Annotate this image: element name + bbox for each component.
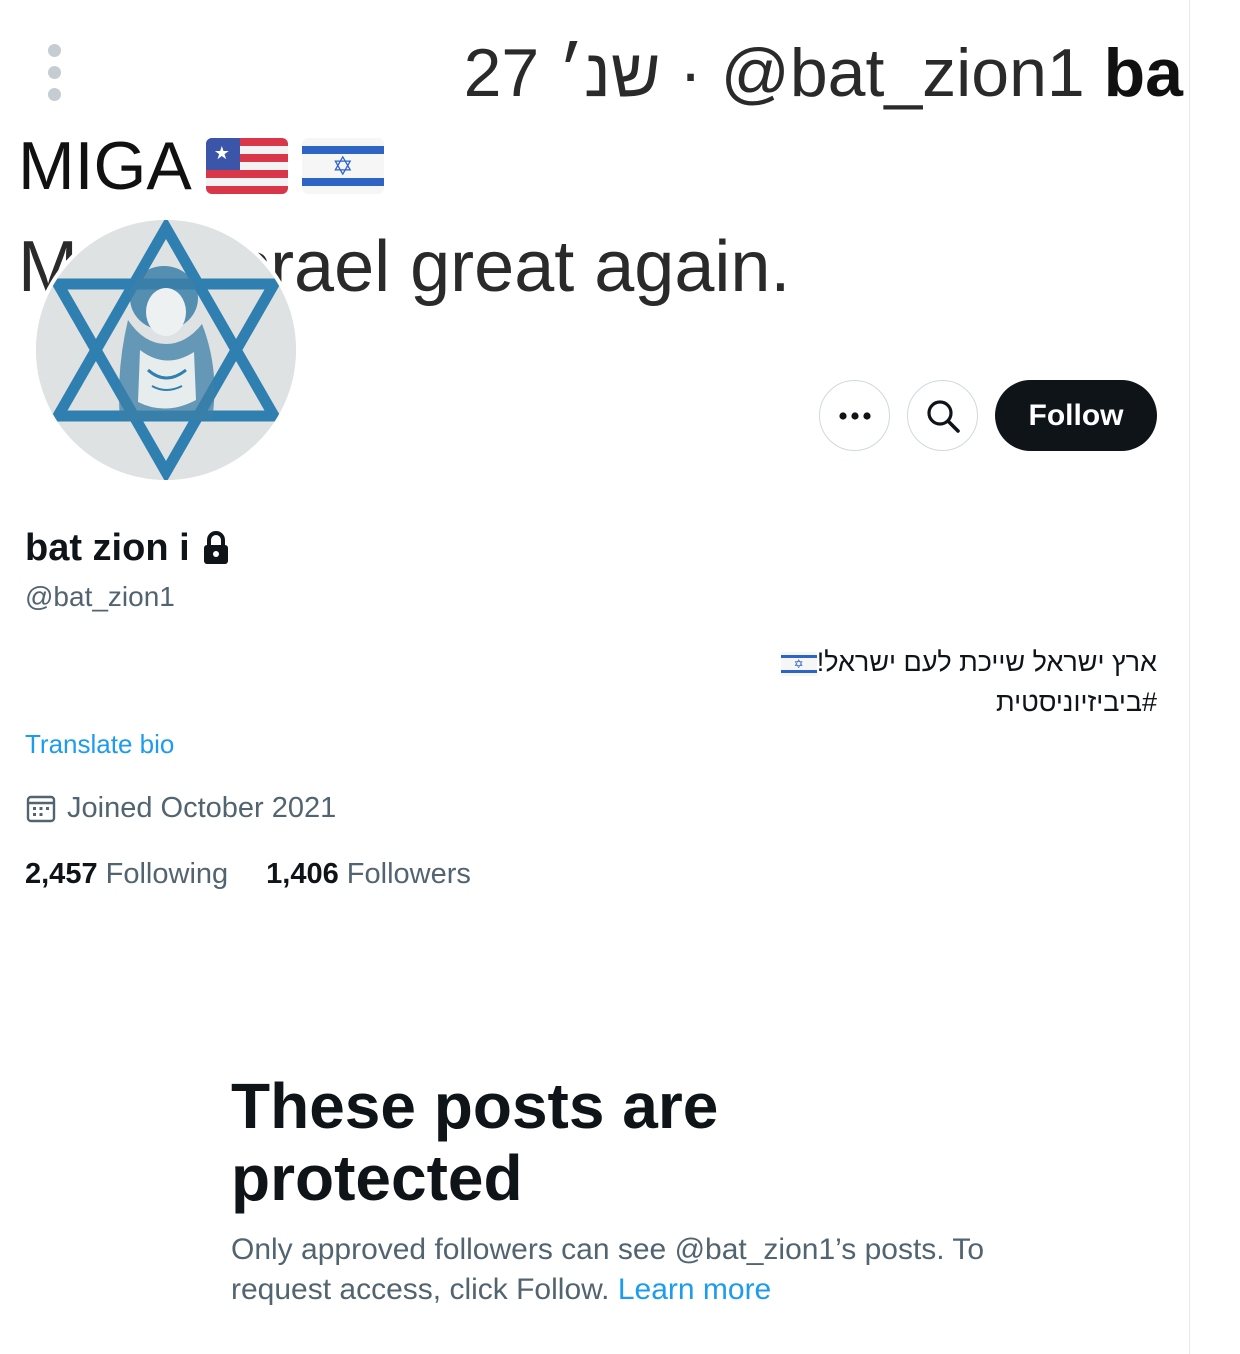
joined-text: Joined October 2021 <box>67 792 337 824</box>
banner-top-text: 27 שנ׳ · @bat_zion1 <box>463 35 1104 111</box>
bio-line-1: ארץ ישראל שייכת לעם ישראל! ✡ <box>597 642 1157 682</box>
followers-label: Followers <box>346 858 471 890</box>
banner-miga-text: MIGA <box>18 128 192 204</box>
banner-miga: MIGA ★ ✡ <box>18 124 384 208</box>
followers-count: 1,406 <box>266 858 339 890</box>
follow-stats: 2,457 Following 1,406 Followers <box>25 854 471 894</box>
more-horizontal-icon <box>838 411 871 420</box>
banner-top-bold: ba <box>1103 35 1183 111</box>
us-flag-icon: ★ <box>205 138 288 194</box>
following-label: Following <box>105 858 229 890</box>
joined-date: Joined October 2021 <box>25 788 336 828</box>
star-of-david-avatar-icon <box>36 220 296 480</box>
more-button[interactable] <box>819 380 890 451</box>
translate-bio-link[interactable]: Translate bio <box>25 726 174 762</box>
display-name: bat zion i <box>25 524 230 572</box>
display-name-text: bat zion i <box>25 527 190 569</box>
israel-flag-icon: ✡ <box>301 138 384 194</box>
protected-description: Only approved followers can see @bat_zio… <box>231 1230 1031 1310</box>
follow-button[interactable]: Follow <box>995 380 1157 451</box>
israel-flag-icon: ✡ <box>780 651 817 676</box>
bio-hashtag[interactable]: #ביביזיוניסטית <box>597 682 1157 722</box>
search-button[interactable] <box>907 380 978 451</box>
bio-line-1-text: ארץ ישראל שייכת לעם ישראל! <box>816 647 1157 677</box>
following-count: 2,457 <box>25 858 98 890</box>
calendar-icon <box>26 795 56 823</box>
column-divider <box>1189 0 1190 1354</box>
lock-icon <box>203 531 228 564</box>
banner-dots-icon <box>44 42 66 104</box>
following-link[interactable]: 2,457 Following <box>25 854 228 894</box>
learn-more-link[interactable]: Learn more <box>618 1273 771 1306</box>
search-icon <box>926 399 960 433</box>
protected-title: These posts are protected <box>231 1070 719 1214</box>
protected-description-text: Only approved followers can see @bat_zio… <box>231 1233 985 1306</box>
handle: @bat_zion1 <box>25 581 175 612</box>
banner-top-line: 27 שנ׳ · @bat_zion1 ba <box>464 28 1183 118</box>
followers-link[interactable]: 1,406 Followers <box>266 854 471 894</box>
avatar[interactable] <box>32 216 300 484</box>
bio: ארץ ישראל שייכת לעם ישראל! ✡ #ביביזיוניסט… <box>597 642 1157 722</box>
